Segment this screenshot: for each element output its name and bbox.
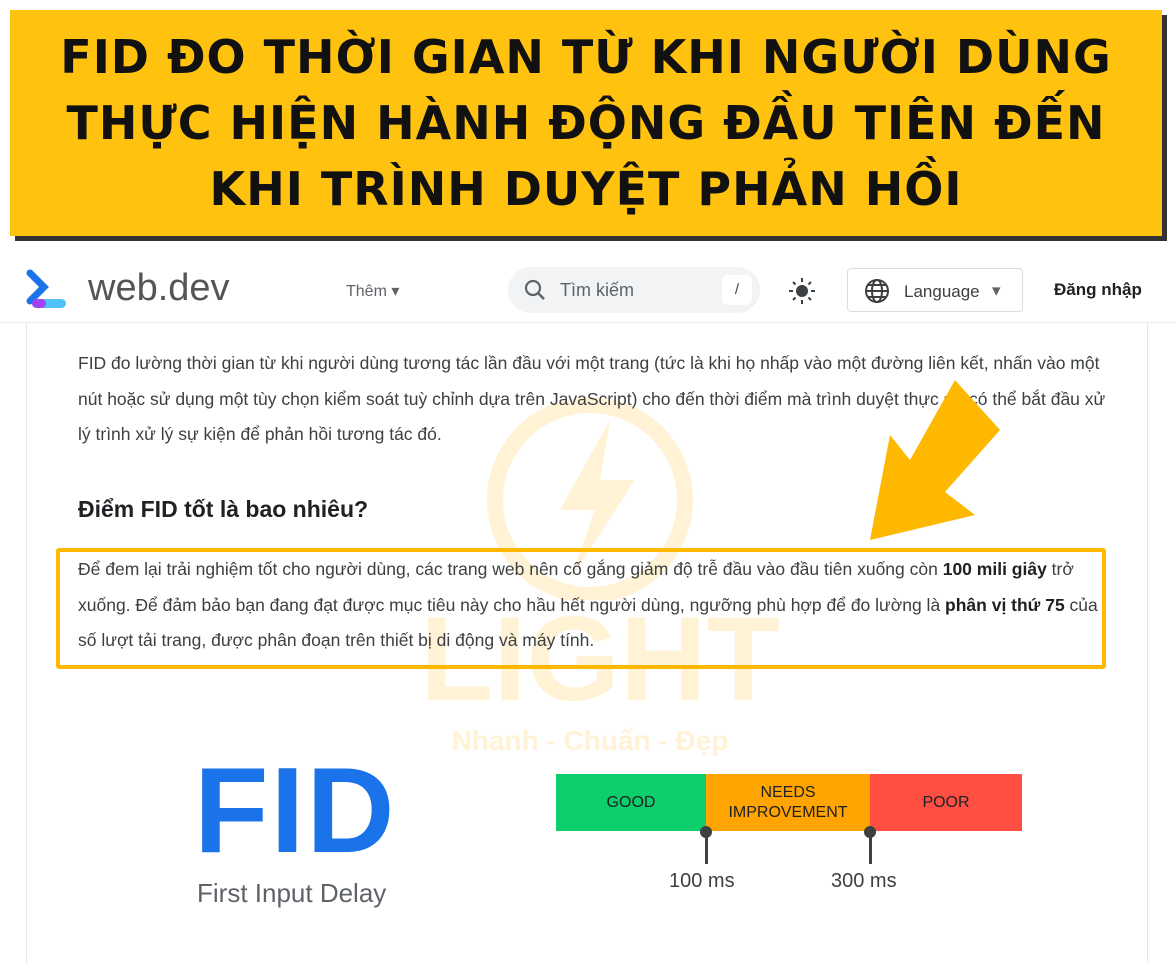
banner-line: KHI TRÌNH DUYỆT PHẢN HỒI	[209, 162, 963, 216]
search-placeholder: Tìm kiếm	[560, 280, 634, 300]
language-select[interactable]: Language ▾	[847, 268, 1023, 312]
bold-text: 100 mili giây	[942, 559, 1047, 579]
webdev-logo-icon[interactable]	[26, 269, 70, 311]
search-input[interactable]: Tìm kiếm /	[508, 267, 760, 313]
more-menu-button[interactable]: Thêm ▾	[346, 281, 399, 301]
threshold-100ms: 100 ms	[669, 870, 735, 892]
signin-link[interactable]: Đăng nhập	[1054, 280, 1142, 300]
threshold-stem	[705, 832, 708, 864]
language-label: Language	[904, 282, 980, 301]
banner-line: THỰC HIỆN HÀNH ĐỘNG ĐẦU TIÊN ĐẾN	[66, 96, 1106, 150]
banner-line: FID ĐO THỜI GIAN TỪ KHI NGƯỜI DÙNG	[60, 30, 1112, 84]
search-shortcut: /	[722, 275, 752, 305]
search-icon	[524, 279, 545, 300]
text: Để đem lại trải nghiệm tốt cho người dùn…	[78, 559, 943, 579]
segment-good: GOOD	[556, 774, 706, 831]
theme-toggle-sun-icon[interactable]	[788, 277, 816, 305]
highlight-paragraph: Để đem lại trải nghiệm tốt cho người dùn…	[78, 552, 1118, 659]
segment-poor: POOR	[870, 774, 1022, 831]
caret-down-icon: ▾	[391, 283, 400, 300]
section-heading: Điểm FID tốt là bao nhiêu?	[78, 496, 369, 522]
segment-needs-improvement: NEEDS IMPROVEMENT	[706, 774, 870, 831]
title-banner: FID ĐO THỜI GIAN TỪ KHI NGƯỜI DÙNG THỰC H…	[10, 10, 1162, 236]
arrow-pointer-icon	[870, 380, 1000, 540]
site-header: web.dev Thêm ▾ Tìm kiếm / Language ▾ Đăn…	[0, 255, 1176, 323]
bold-text: phân vị thứ 75	[945, 594, 1065, 615]
brand-name[interactable]: web.dev	[88, 267, 230, 310]
fid-subtitle: First Input Delay	[197, 878, 387, 908]
fid-threshold-bar: GOOD NEEDS IMPROVEMENT POOR	[556, 774, 1022, 831]
threshold-stem	[869, 832, 872, 864]
caret-down-icon: ▾	[992, 281, 1001, 300]
more-label: Thêm	[346, 283, 387, 300]
fid-title: FID	[194, 742, 397, 878]
globe-icon	[865, 279, 889, 303]
threshold-300ms: 300 ms	[831, 870, 897, 892]
